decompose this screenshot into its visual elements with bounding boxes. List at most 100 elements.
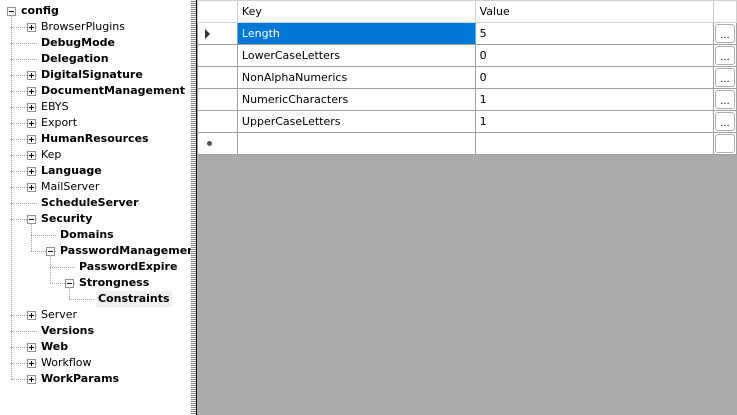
edit-ellipsis-button[interactable]: ... — [714, 68, 735, 87]
tree-node-label: Constraints — [98, 292, 170, 305]
expand-icon[interactable] — [27, 119, 36, 128]
grid-header: Key Value — [197, 0, 737, 23]
tree-node-ebys[interactable]: EBYS — [39, 99, 71, 115]
new-row-button[interactable] — [714, 134, 735, 153]
tree-node-constraints[interactable]: Constraints — [96, 291, 172, 307]
edit-ellipsis-button[interactable]: ... — [714, 24, 735, 43]
tree-node-passwordexpire[interactable]: PasswordExpire — [77, 259, 179, 275]
tree-node-humanresources[interactable]: HumanResources — [39, 131, 151, 147]
expand-icon[interactable] — [27, 135, 36, 144]
tree-node-label: config — [21, 4, 59, 17]
value-cell[interactable]: 1 — [474, 110, 714, 133]
button-cell: ... — [712, 66, 737, 89]
tree-node-server[interactable]: Server — [39, 307, 79, 323]
expand-icon[interactable] — [27, 343, 36, 352]
row-header[interactable] — [197, 44, 238, 67]
edit-ellipsis-button[interactable]: ... — [714, 112, 735, 131]
tree-connector — [50, 267, 75, 268]
key-cell[interactable]: NumericCharacters — [236, 88, 476, 111]
tree-node-label: ScheduleServer — [41, 196, 139, 209]
tree-node-label: Strongness — [79, 276, 150, 289]
key-cell[interactable]: UpperCaseLetters — [236, 110, 476, 133]
table-row[interactable]: LowerCaseLetters 0 ... — [197, 44, 737, 67]
expand-icon[interactable] — [27, 71, 36, 80]
tree-node-label: BrowserPlugins — [41, 20, 125, 33]
table-row[interactable]: Length 5 ... — [197, 22, 737, 45]
row-header[interactable] — [197, 66, 238, 89]
tree-node-label: EBYS — [41, 100, 69, 113]
expand-icon[interactable] — [27, 151, 36, 160]
expand-icon[interactable] — [27, 375, 36, 384]
button-cell: ... — [712, 44, 737, 67]
tree-node-delegation[interactable]: Delegation — [39, 51, 111, 67]
tree-node-security[interactable]: Security — [39, 211, 94, 227]
tree-connector — [31, 235, 56, 236]
expand-icon[interactable] — [27, 103, 36, 112]
row-header[interactable] — [197, 132, 238, 155]
edit-ellipsis-button[interactable]: ... — [714, 90, 735, 109]
button-cell: ... — [712, 110, 737, 133]
value-cell[interactable]: 1 — [474, 88, 714, 111]
table-row[interactable]: NonAlphaNumerics 0 ... — [197, 66, 737, 89]
tree-connector — [31, 223, 32, 251]
expand-icon[interactable] — [27, 359, 36, 368]
tree-node-domains[interactable]: Domains — [58, 227, 116, 243]
tree-node-label: PasswordExpire — [79, 260, 178, 273]
row-header-corner — [197, 0, 238, 23]
tree-node-documentmanagement[interactable]: DocumentManagement — [39, 83, 187, 99]
tree-node-web[interactable]: Web — [39, 339, 70, 355]
tree-node-scheduleserver[interactable]: ScheduleServer — [39, 195, 141, 211]
tree-node-strongness[interactable]: Strongness — [77, 275, 151, 291]
tree-node-label: Kep — [41, 148, 62, 161]
tree-node-label: Domains — [60, 228, 114, 241]
tree-node-passwordmanagement[interactable]: PasswordManagement — [58, 243, 191, 259]
key-value-grid[interactable]: Key Value Length 5 ... LowerCaseLetters … — [197, 0, 737, 415]
row-header[interactable] — [197, 110, 238, 133]
column-header-key[interactable]: Key — [236, 0, 476, 23]
row-header[interactable] — [197, 22, 238, 45]
tree-node-language[interactable]: Language — [39, 163, 104, 179]
tree-node-workflow[interactable]: Workflow — [39, 355, 94, 371]
value-cell[interactable]: 5 — [474, 22, 714, 45]
tree-connector — [11, 59, 37, 60]
tree-node-label: PasswordManagement — [60, 244, 191, 257]
button-cell — [712, 132, 737, 155]
tree-node-debugmode[interactable]: DebugMode — [39, 35, 117, 51]
table-row[interactable]: UpperCaseLetters 1 ... — [197, 110, 737, 133]
tree-node-digitalsignature[interactable]: DigitalSignature — [39, 67, 145, 83]
button-cell: ... — [712, 88, 737, 111]
current-row-icon — [205, 28, 210, 39]
tree-node-label: DocumentManagement — [41, 84, 186, 97]
expand-icon[interactable] — [27, 311, 36, 320]
tree-node-config[interactable]: config — [19, 3, 61, 19]
tree-node-workparams[interactable]: WorkParams — [39, 371, 121, 387]
tree-node-versions[interactable]: Versions — [39, 323, 96, 339]
tree-node-export[interactable]: Export — [39, 115, 79, 131]
button-cell: ... — [712, 22, 737, 45]
key-cell[interactable]: Length — [236, 22, 476, 45]
key-cell[interactable]: LowerCaseLetters — [236, 44, 476, 67]
column-header-button — [712, 0, 737, 23]
expand-icon[interactable] — [27, 23, 36, 32]
key-cell[interactable]: NonAlphaNumerics — [236, 66, 476, 89]
column-header-value[interactable]: Value — [474, 0, 714, 23]
tree-node-browserplugins[interactable]: BrowserPlugins — [39, 19, 127, 35]
new-row[interactable] — [197, 132, 737, 155]
tree-connector — [69, 299, 94, 300]
new-value-cell[interactable] — [474, 132, 714, 155]
expand-icon[interactable] — [27, 183, 36, 192]
table-row[interactable]: NumericCharacters 1 ... — [197, 88, 737, 111]
value-cell[interactable]: 0 — [474, 66, 714, 89]
tree-connector — [11, 43, 37, 44]
tree-connector — [11, 16, 12, 379]
edit-ellipsis-button[interactable]: ... — [714, 46, 735, 65]
value-cell[interactable]: 0 — [474, 44, 714, 67]
config-tree[interactable]: config BrowserPlugins DebugMode Delegation D… — [0, 0, 191, 415]
expand-icon[interactable] — [27, 87, 36, 96]
tree-node-mailserver[interactable]: MailServer — [39, 179, 101, 195]
expand-icon[interactable] — [27, 167, 36, 176]
row-header[interactable] — [197, 88, 238, 111]
tree-node-kep[interactable]: Kep — [39, 147, 63, 163]
new-key-cell[interactable] — [236, 132, 476, 155]
collapse-icon[interactable] — [7, 7, 16, 16]
